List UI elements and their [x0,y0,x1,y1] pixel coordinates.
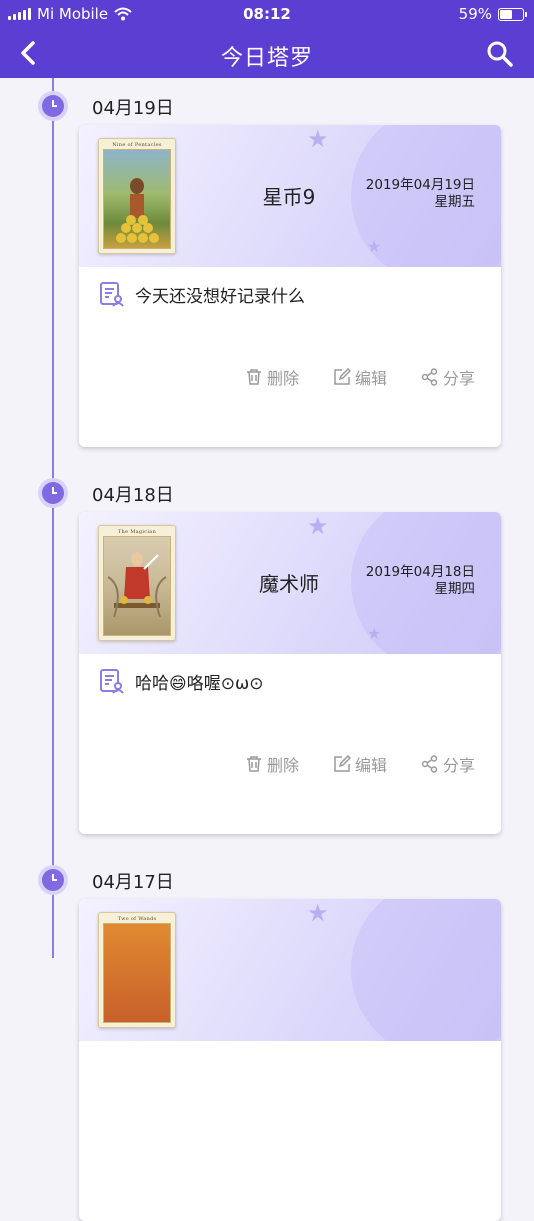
tarot-card-image[interactable]: Two of Wands [98,912,176,1028]
page-title: 今日塔罗 [220,46,313,71]
status-time: 08:12 [243,5,291,23]
battery-icon [498,7,527,21]
note-icon [100,669,124,694]
timeline-line [52,78,54,958]
delete-label: 删除 [266,369,299,388]
record-date-value: 2019年04月19日 [365,177,475,193]
battery-percent: 59% [458,5,492,23]
share-label: 分享 [442,369,475,388]
card-header: ★ ★ The Magician 魔术师 2019年04月18日 星期四 [79,512,501,654]
tarot-card-image[interactable]: The Magician [98,525,176,641]
record-weekday: 星期五 [434,194,476,210]
entry-date-label: 04月18日 [92,485,174,506]
share-label: 分享 [442,756,475,775]
tarot-card-name: 魔术师 [259,572,319,596]
card-actions: 删除 编辑 分享 [245,365,475,389]
record-date-value: 2019年04月18日 [365,564,475,580]
tarot-art [103,149,171,249]
note-row: 哈哈😄咯喔⊙ω⊙ [99,668,263,694]
tarot-record-card[interactable]: ★ Two of Wands [79,899,501,1221]
edit-label: 编辑 [354,369,387,388]
header: Mi Mobile 08:12 59% 今日塔罗 [0,0,534,78]
card-actions: 删除 编辑 分享 [245,752,475,776]
star-icon: ★ [367,237,382,256]
note-icon [100,282,124,307]
trash-icon [246,369,261,385]
search-icon[interactable] [486,40,514,68]
star-icon: ★ [307,899,329,927]
star-icon: ★ [367,624,382,643]
clock-icon [38,478,68,508]
delete-label: 删除 [266,756,299,775]
share-icon [421,755,438,773]
edit-label: 编辑 [354,756,387,775]
tarot-caption: Nine of Pentacles [112,142,162,148]
tarot-card-name: 星币9 [262,185,316,209]
record-date: 2019年04月19日 星期五 [366,177,475,211]
share-button[interactable]: 分享 [421,752,475,776]
share-icon [421,368,438,386]
trash-icon [246,756,261,772]
tarot-caption: The Magician [117,529,157,535]
tarot-record-card[interactable]: ★ ★ Nine of Pentacles 星币9 2019年04月19日 星期… [79,125,501,447]
tarot-caption: Two of Wands [117,916,157,922]
delete-button[interactable]: 删除 [245,365,299,389]
card-header: ★ Two of Wands [79,899,501,1041]
note-row: 今天还没想好记录什么 [99,281,305,307]
star-icon: ★ [307,512,329,540]
record-weekday: 星期四 [434,581,476,597]
status-bar: Mi Mobile 08:12 59% [0,0,534,28]
edit-button[interactable]: 编辑 [333,365,387,389]
share-button[interactable]: 分享 [421,365,475,389]
tarot-art [103,536,171,636]
star-icon: ★ [307,125,329,153]
clock-icon [38,865,68,895]
tarot-record-card[interactable]: ★ ★ The Magician 魔术师 2019年04月18日 星期四 哈哈😄… [79,512,501,834]
note-text: 今天还没想好记录什么 [135,286,305,307]
tarot-art [103,923,171,1023]
nav-bar: 今日塔罗 [0,30,534,78]
edit-button[interactable]: 编辑 [333,752,387,776]
edit-icon [334,368,351,385]
tarot-card-image[interactable]: Nine of Pentacles [98,138,176,254]
delete-button[interactable]: 删除 [245,752,299,776]
note-text: 哈哈😄咯喔⊙ω⊙ [135,673,264,694]
card-header: ★ ★ Nine of Pentacles 星币9 2019年04月19日 星期… [79,125,501,267]
record-date: 2019年04月18日 星期四 [366,564,475,598]
edit-icon [334,755,351,772]
decoration-circle [351,899,501,1041]
entry-date-label: 04月19日 [92,98,174,119]
entry-date-label: 04月17日 [92,872,174,893]
clock-icon [38,91,68,121]
